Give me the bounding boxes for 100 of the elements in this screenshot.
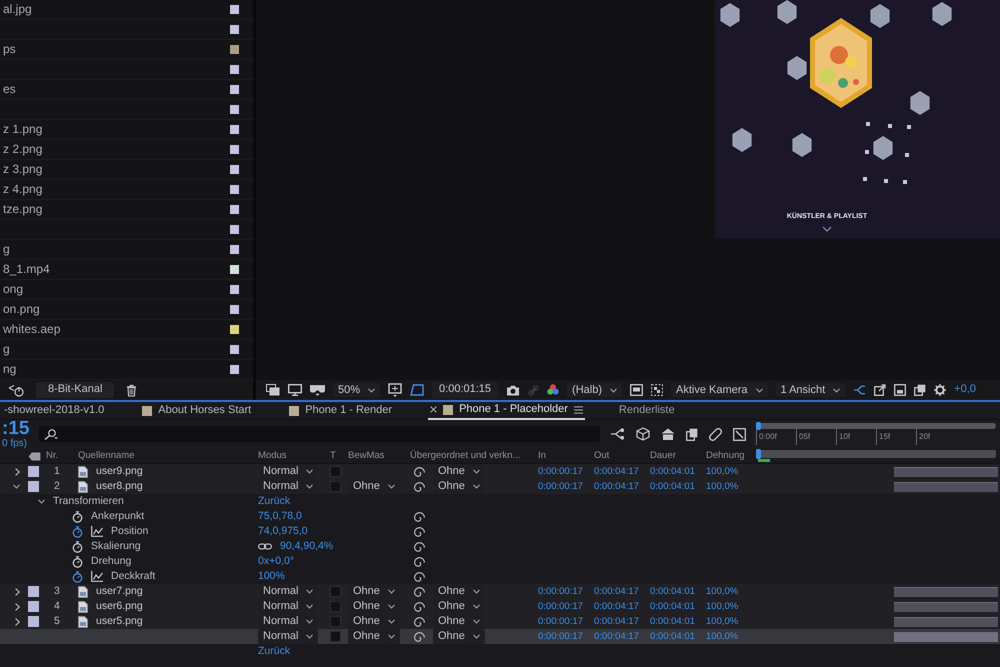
label-color-icon[interactable] xyxy=(230,365,239,374)
label-color-icon[interactable] xyxy=(230,285,239,294)
project-item-name[interactable]: ps xyxy=(3,42,16,57)
project-item-name[interactable]: g xyxy=(3,242,10,257)
column-header[interactable]: Nr. xyxy=(46,450,58,462)
chevron-right-icon[interactable] xyxy=(15,602,20,610)
stretch-value[interactable]: 100,0% xyxy=(706,616,738,628)
render-queue-tab[interactable]: Renderliste xyxy=(618,404,675,418)
preserve-transparency-checkbox[interactable] xyxy=(330,586,341,597)
layer-duration-bar[interactable] xyxy=(894,586,998,596)
column-header[interactable]: Out xyxy=(594,450,610,462)
fast-preview-icon[interactable] xyxy=(630,384,643,396)
in-time[interactable]: 0:00:00:17 xyxy=(538,630,583,642)
layer-row[interactable]: 3 user7.png Normal Ohne Ohne 0:00:00:17 0:00:04:17 0:00:04:01 100,0% xyxy=(0,584,1000,599)
out-time[interactable]: 0:00:04:17 xyxy=(594,600,639,612)
pick-whip-spiral-icon[interactable] xyxy=(414,602,425,612)
out-time[interactable]: 0:00:04:17 xyxy=(594,466,639,478)
goggles-icon[interactable] xyxy=(310,384,325,396)
mask-outline-icon[interactable] xyxy=(410,384,424,396)
project-item-name[interactable]: z 1.png xyxy=(3,122,42,137)
snapshot-stack-icon[interactable] xyxy=(266,384,280,396)
camera-icon[interactable] xyxy=(506,384,520,396)
label-color-icon[interactable] xyxy=(230,25,239,34)
label-color-icon[interactable] xyxy=(28,601,39,612)
column-header[interactable]: Modus xyxy=(258,450,287,462)
monitor-icon[interactable] xyxy=(288,384,302,396)
cube-icon[interactable] xyxy=(636,427,650,441)
project-item-name[interactable]: al.jpg xyxy=(3,2,32,17)
column-header[interactable]: Übergeordnet und verkn... xyxy=(410,450,520,462)
in-time[interactable]: 0:00:00:17 xyxy=(538,600,583,612)
project-item-name[interactable]: z 2.png xyxy=(3,142,42,157)
duration-time[interactable]: 0:00:04:01 xyxy=(650,630,695,642)
region-frame-icon[interactable] xyxy=(388,383,402,397)
layer-name[interactable]: user5.png xyxy=(96,615,143,628)
graph-icon[interactable] xyxy=(91,526,103,537)
slash-box-icon[interactable] xyxy=(733,428,746,440)
chevron-right-icon[interactable] xyxy=(15,468,20,476)
project-item-name[interactable]: tze.png xyxy=(3,202,42,217)
work-area-handle[interactable] xyxy=(756,449,761,459)
layer-name[interactable]: user9.png xyxy=(96,465,143,478)
project-item-name[interactable]: ng xyxy=(3,362,16,377)
property-group-name[interactable]: Transformieren xyxy=(53,495,124,508)
zoom-dropdown[interactable]: 50% xyxy=(333,382,380,398)
layer-row[interactable]: Normal Ohne Ohne 0:00:00:17 0:00:04:17 0:00:04:01 100,0% xyxy=(0,629,1000,644)
chevron-down-icon[interactable] xyxy=(822,226,832,232)
parent-dropdown[interactable]: Ohne xyxy=(433,629,485,644)
stretch-value[interactable]: 100,0% xyxy=(706,480,738,492)
in-time[interactable]: 0:00:00:17 xyxy=(538,480,583,492)
chevron-down-icon[interactable] xyxy=(38,499,45,504)
layer-duration-bar[interactable] xyxy=(894,632,998,642)
node-branch-icon[interactable] xyxy=(610,428,625,440)
label-color-icon[interactable] xyxy=(28,481,39,492)
pick-whip-spiral-icon[interactable] xyxy=(414,556,425,566)
preserve-transparency-checkbox[interactable] xyxy=(330,481,341,492)
layer-name[interactable]: user6.png xyxy=(96,600,143,613)
power-node-icon[interactable] xyxy=(8,384,24,396)
timecode-field[interactable]: 0:00:01:15 xyxy=(432,382,498,398)
layer-duration-bar[interactable] xyxy=(894,466,998,476)
layer-duration-bar[interactable] xyxy=(894,482,998,492)
composition-tab[interactable]: Phone 1 - Render xyxy=(287,402,394,420)
current-time[interactable]: :15 xyxy=(2,419,30,438)
column-header[interactable]: BewMas xyxy=(348,450,384,462)
layer-duration-bar[interactable] xyxy=(894,602,998,612)
out-time[interactable]: 0:00:04:17 xyxy=(594,586,639,598)
property-value[interactable]: 74,0,975,0 xyxy=(258,525,308,538)
reset-link[interactable]: Zurück xyxy=(258,495,290,508)
composition-tab[interactable]: -showreel-2018-v1.0 xyxy=(2,402,106,420)
pick-whip-spiral-icon[interactable] xyxy=(414,616,425,626)
menu-icon[interactable] xyxy=(574,406,583,414)
column-header[interactable]: Dauer xyxy=(650,450,676,462)
layer-row[interactable]: 1 user9.png Normal Ohne 0:00:00:17 0:00:04:17 0:00:04:01 100,0% xyxy=(0,464,1000,479)
reset-link[interactable]: Zurück xyxy=(258,645,290,658)
label-color-icon[interactable] xyxy=(230,185,239,194)
project-item-name[interactable]: g xyxy=(3,342,10,357)
preserve-transparency-checkbox[interactable] xyxy=(330,631,341,642)
graph-icon[interactable] xyxy=(91,571,103,582)
stopwatch-icon[interactable] xyxy=(72,556,83,568)
layers-icon[interactable] xyxy=(914,384,926,396)
transparency-grid-icon[interactable] xyxy=(650,384,663,396)
box-tray-icon[interactable] xyxy=(894,384,906,396)
chevron-right-icon[interactable] xyxy=(15,618,20,626)
label-color-icon[interactable] xyxy=(230,165,239,174)
column-header[interactable]: Dehnung xyxy=(706,450,745,462)
duration-time[interactable]: 0:00:04:01 xyxy=(650,600,695,612)
out-time[interactable]: 0:00:04:17 xyxy=(594,616,639,628)
stopwatch-icon[interactable] xyxy=(72,540,83,552)
stacked-pages-icon[interactable] xyxy=(686,428,698,440)
duration-time[interactable]: 0:00:04:01 xyxy=(650,480,695,492)
label-color-icon[interactable] xyxy=(230,105,239,114)
label-color-icon[interactable] xyxy=(28,466,39,477)
view-layout-dropdown[interactable]: 1 Ansicht xyxy=(776,382,846,398)
out-time[interactable]: 0:00:04:17 xyxy=(594,630,639,642)
stretch-value[interactable]: 100,0% xyxy=(706,466,738,478)
label-color-icon[interactable] xyxy=(230,85,239,94)
in-time[interactable]: 0:00:00:17 xyxy=(538,616,583,628)
label-color-icon[interactable] xyxy=(230,345,239,354)
bit-depth-button[interactable]: 8-Bit-Kanal xyxy=(36,382,114,398)
pick-whip-spiral-icon[interactable] xyxy=(414,632,425,642)
project-item-name[interactable]: whites.aep xyxy=(3,322,60,337)
label-color-icon[interactable] xyxy=(230,145,239,154)
